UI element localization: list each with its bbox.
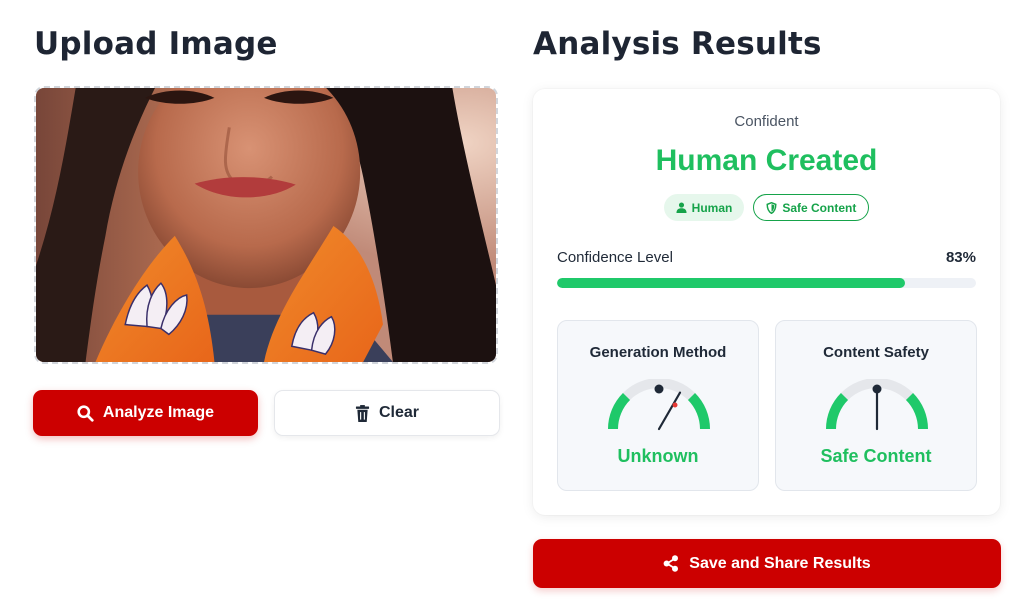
analyze-image-label: Analyze Image: [102, 404, 215, 421]
confidence-status: Confident: [734, 113, 799, 130]
clear-label: Clear: [378, 404, 420, 421]
trash-icon: [355, 404, 370, 422]
badge-human-label: Human: [691, 200, 733, 215]
confidence-level-value: 83%: [945, 249, 976, 266]
uploaded-image: [36, 88, 496, 362]
generation-method-needle-marker: [672, 402, 678, 408]
badge-safe-label: Safe Content: [782, 200, 857, 215]
user-icon: [676, 202, 687, 213]
verdict-text: Human Created: [655, 144, 878, 177]
badge-safe-content: Safe Content: [753, 194, 870, 221]
confidence-progress-fill: [557, 278, 905, 288]
generation-method-title: Generation Method: [589, 344, 727, 361]
generation-method-needle-hub: [654, 384, 664, 394]
shield-icon: [766, 201, 777, 214]
generation-method-value: Unknown: [617, 446, 699, 466]
result-badges: Human Safe Content: [533, 194, 1000, 221]
save-and-share-label: Save and Share Results: [689, 554, 871, 572]
save-and-share-button[interactable]: Save and Share Results: [533, 539, 1001, 588]
generation-method-gauge: [608, 379, 710, 431]
content-safety-title: Content Safety: [823, 344, 929, 361]
analyze-image-button[interactable]: Analyze Image: [33, 390, 258, 436]
content-safety-needle-hub: [872, 384, 882, 394]
upload-title: Upload Image: [34, 26, 278, 62]
image-dropzone[interactable]: [34, 86, 498, 364]
results-title: Analysis Results: [533, 26, 822, 62]
search-icon: [77, 404, 94, 422]
generation-method-needle: [657, 391, 682, 431]
generation-method-panel: Generation Method Unknown: [557, 320, 759, 491]
confidence-progress-bar: [557, 278, 976, 288]
content-safety-panel: Content Safety Safe Content: [775, 320, 977, 491]
clear-button[interactable]: Clear: [274, 390, 500, 436]
content-safety-gauge: [826, 379, 928, 431]
analysis-results-card: Confident Human Created Human Safe Conte…: [533, 89, 1000, 515]
share-icon: [663, 555, 679, 572]
confidence-level-label: Confidence Level: [557, 249, 673, 266]
content-safety-value: Safe Content: [820, 446, 932, 466]
badge-human: Human: [663, 194, 745, 221]
